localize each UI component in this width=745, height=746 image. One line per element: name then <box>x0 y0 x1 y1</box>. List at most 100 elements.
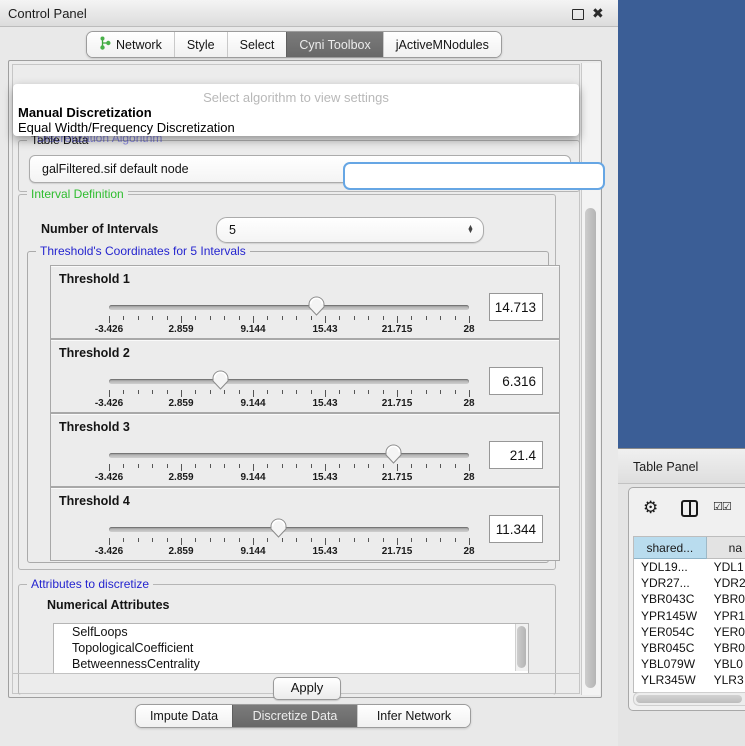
table-row[interactable]: YLR345WYLR3 <box>634 672 745 688</box>
table-cell[interactable]: YBR0 <box>707 640 745 656</box>
algorithm-combo-focus-ring[interactable] <box>343 162 605 190</box>
table-cell[interactable]: YBL0 <box>707 656 745 672</box>
slider-ticks <box>109 464 470 472</box>
slider-ticks <box>109 390 470 398</box>
tab-network[interactable]: Network <box>87 32 174 57</box>
tab-cyni-toolbox[interactable]: Cyni Toolbox <box>286 32 382 57</box>
table-row[interactable]: YER054CYER0 <box>634 624 745 640</box>
cyni-content-panel: Discretization Algorithm Table Data galF… <box>8 60 602 698</box>
table-row[interactable]: YBR043CYBR0 <box>634 591 745 607</box>
table-row[interactable]: YBL079WYBL0 <box>634 656 745 672</box>
split-columns-icon[interactable] <box>681 500 698 517</box>
top-tab-bar: Network Style Select Cyni Toolbox jActiv… <box>86 31 502 58</box>
slider-handle[interactable] <box>270 518 287 538</box>
apply-button[interactable]: Apply <box>273 677 341 700</box>
attribute-list-item[interactable]: TopologicalCoefficient <box>54 640 528 656</box>
threshold-value-field[interactable]: 11.344 <box>489 515 543 543</box>
close-icon[interactable]: ✖ <box>592 5 604 22</box>
tab-label: Select <box>240 38 275 52</box>
threshold-value-field[interactable]: 14.713 <box>489 293 543 321</box>
table-panel: Table Panel ⚙ ☑☑ shared... na YDL19...YD… <box>618 448 745 746</box>
list-scrollbar[interactable] <box>515 624 528 671</box>
slider-tick-labels: -3.4262.8599.14415.4321.71528 <box>109 472 470 484</box>
table-cell[interactable]: YDL19... <box>634 559 707 575</box>
number-of-intervals-label: Number of Intervals <box>41 222 158 236</box>
threshold-value-field[interactable]: 6.316 <box>489 367 543 395</box>
table-cell[interactable]: YBR045C <box>634 640 707 656</box>
tab-label: Discretize Data <box>253 709 338 723</box>
table-cell[interactable]: YLR345W <box>634 672 707 688</box>
algorithm-option-equal-width[interactable]: Equal Width/Frequency Discretization <box>18 120 235 135</box>
stepper-arrows-icon: ▲▼ <box>466 226 475 234</box>
threshold-label: Threshold 1 <box>59 272 130 286</box>
table-row[interactable]: YBR045CYBR0 <box>634 640 745 656</box>
slider-track[interactable] <box>109 453 469 458</box>
thresholds-group-label: Threshold's Coordinates for 5 Intervals <box>36 244 250 258</box>
tab-label: Cyni Toolbox <box>299 38 370 52</box>
numerical-attributes-list[interactable]: SelfLoopsTopologicalCoefficientBetweenne… <box>53 623 529 674</box>
table-row[interactable]: YDR27...YDR2 <box>634 575 745 591</box>
table-cell[interactable]: YBR0 <box>707 591 745 607</box>
tab-select[interactable]: Select <box>227 32 287 57</box>
table-cell[interactable]: YBR043C <box>634 591 707 607</box>
thresholds-group: Threshold's Coordinates for 5 Intervals … <box>27 251 549 563</box>
float-window-icon[interactable] <box>572 9 584 20</box>
number-of-intervals-value: 5 <box>217 223 466 237</box>
table-horizontal-scrollbar[interactable] <box>633 692 745 706</box>
table-cell[interactable]: YDR2 <box>707 575 745 591</box>
table-cell[interactable]: YPR145W <box>634 608 707 624</box>
bottom-tab-bar: Impute Data Discretize Data Infer Networ… <box>135 704 471 728</box>
table-cell[interactable]: YDL1 <box>707 559 745 575</box>
column-header-name[interactable]: na <box>707 537 745 559</box>
table-cell[interactable]: YDR27... <box>634 575 707 591</box>
algorithm-dropdown-popup: Select algorithm to view settings Manual… <box>13 84 579 136</box>
number-of-intervals-combo[interactable]: 5 ▲▼ <box>216 217 484 243</box>
slider-track[interactable] <box>109 305 469 310</box>
tab-label: jActiveMNodules <box>396 38 489 52</box>
tab-label: Style <box>187 38 215 52</box>
settings-scrollbar[interactable] <box>581 63 600 695</box>
attribute-list-item[interactable]: BetweennessCentrality <box>54 656 528 672</box>
tab-label: Impute Data <box>150 709 218 723</box>
table-cell[interactable]: YLR3 <box>707 672 745 688</box>
slider-handle[interactable] <box>385 444 402 464</box>
tab-discretize-data[interactable]: Discretize Data <box>232 705 357 727</box>
table-row[interactable]: YPR145WYPR1 <box>634 608 745 624</box>
checkbox-icons[interactable]: ☑☑ <box>713 500 731 513</box>
table-cell[interactable]: YPR1 <box>707 608 745 624</box>
algorithm-option-manual[interactable]: Manual Discretization <box>18 105 152 120</box>
table-panel-body: ⚙ ☑☑ shared... na YDL19...YDL1YDR27...YD… <box>628 487 745 711</box>
table-horizontal-scrollbar-thumb[interactable] <box>636 695 742 703</box>
tab-impute-data[interactable]: Impute Data <box>136 705 232 727</box>
panel-title: Control Panel <box>8 6 87 21</box>
table-cell[interactable]: YER054C <box>634 624 707 640</box>
gear-icon[interactable]: ⚙ <box>643 498 658 518</box>
attribute-list-item[interactable]: SelfLoops <box>54 624 528 640</box>
tab-label: Infer Network <box>377 709 451 723</box>
interval-definition-group: Interval Definition Number of Intervals … <box>18 194 556 570</box>
algorithm-popup-hint: Select algorithm to view settings <box>13 90 579 105</box>
threshold-label: Threshold 4 <box>59 494 130 508</box>
list-scrollbar-thumb[interactable] <box>517 626 526 668</box>
desktop-background: GAL80GACGAL11GAL4GCY1HHAP2 <box>618 0 745 448</box>
node-attribute-table[interactable]: shared... na YDL19...YDL1YDR27...YDR2YBR… <box>633 536 745 693</box>
table-row[interactable]: YDL19...YDL1 <box>634 559 745 575</box>
slider-handle[interactable] <box>308 296 325 316</box>
table-cell[interactable]: YBL079W <box>634 656 707 672</box>
threshold-value-field[interactable]: 21.4 <box>489 441 543 469</box>
table-rows: YDL19...YDL1YDR27...YDR2YBR043CYBR0YPR14… <box>634 559 745 693</box>
slider-handle[interactable] <box>212 370 229 390</box>
table-cell[interactable]: YER0 <box>707 624 745 640</box>
threshold-panel: Threshold 3-3.4262.8599.14415.4321.71528… <box>50 413 560 487</box>
column-header-shared-name[interactable]: shared... <box>634 537 707 559</box>
settings-scrollbar-thumb[interactable] <box>585 208 596 688</box>
network-icon <box>99 36 111 53</box>
slider-track[interactable] <box>109 379 469 384</box>
tab-style[interactable]: Style <box>174 32 227 57</box>
slider-track[interactable] <box>109 527 469 532</box>
tab-infer-network[interactable]: Infer Network <box>357 705 470 727</box>
control-panel-titlebar: Control Panel ✖ <box>0 0 618 27</box>
table-toolbar: ⚙ ☑☑ <box>629 488 745 532</box>
tab-jactivemnodules[interactable]: jActiveMNodules <box>383 32 501 57</box>
threshold-panel: Threshold 1-3.4262.8599.14415.4321.71528… <box>50 265 560 339</box>
